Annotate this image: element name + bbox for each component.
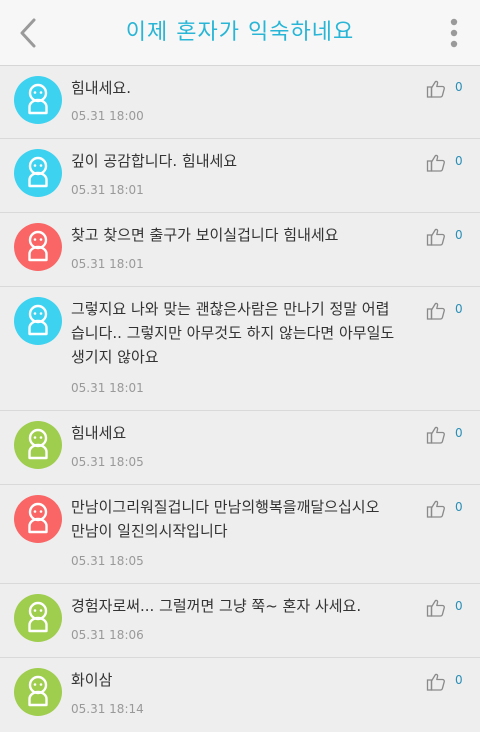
page-title: 이제 혼자가 익숙하네요 [125, 20, 355, 45]
avatar [14, 495, 62, 543]
comment-timestamp: 05.31 18:01 [71, 183, 144, 197]
like-count[interactable]: 0 [455, 154, 463, 168]
comment-item: 화이삼 05.31 18:14 0 [0, 658, 480, 732]
comment-item: 힘내세요. 05.31 18:00 0 [0, 66, 480, 139]
avatar [14, 594, 62, 642]
comment-text: 힘내세요. [71, 79, 131, 97]
comment-timestamp: 05.31 18:05 [71, 554, 144, 568]
comment-item: 그렇지요 나와 맞는 괜찮은사람은 만나기 정말 어렵습니다.. 그렇지만 아무… [0, 287, 480, 411]
like-count[interactable]: 0 [455, 302, 463, 316]
avatar [14, 668, 62, 716]
thumbs-up-icon[interactable] [426, 153, 446, 173]
thumbs-up-icon[interactable] [426, 672, 446, 692]
thumbs-up-icon[interactable] [426, 301, 446, 321]
avatar [14, 421, 62, 469]
comment-timestamp: 05.31 18:01 [71, 257, 144, 271]
comment-timestamp: 05.31 18:14 [71, 702, 144, 716]
more-options-icon[interactable] [446, 17, 462, 49]
comment-text: 만남이그리워질겁니다 만남의행복을깨달으십시오 만남이 일진의시작입니다 [71, 498, 380, 540]
avatar [14, 223, 62, 271]
avatar [14, 149, 62, 197]
like-count[interactable]: 0 [455, 426, 463, 440]
comment-timestamp: 05.31 18:01 [71, 381, 144, 395]
thumbs-up-icon[interactable] [426, 227, 446, 247]
comment-item: 깊이 공감합니다. 힘내세요 05.31 18:01 0 [0, 139, 480, 213]
thumbs-up-icon[interactable] [426, 598, 446, 618]
comment-text: 힘내세요 [71, 424, 127, 442]
avatar [14, 76, 62, 124]
comment-timestamp: 05.31 18:05 [71, 455, 144, 469]
comment-timestamp: 05.31 18:00 [71, 109, 144, 123]
comment-item: 찾고 찾으면 출구가 보이실겁니다 힘내세요 05.31 18:01 0 [0, 213, 480, 287]
comment-text: 경험자로써... 그럴꺼면 그냥 쭉~ 혼자 사세요. [71, 597, 362, 615]
like-count[interactable]: 0 [455, 228, 463, 242]
like-count[interactable]: 0 [455, 673, 463, 687]
comment-item: 경험자로써... 그럴꺼면 그냥 쭉~ 혼자 사세요. 05.31 18:06 … [0, 584, 480, 658]
like-count[interactable]: 0 [455, 80, 463, 94]
comment-text: 찾고 찾으면 출구가 보이실겁니다 힘내세요 [71, 226, 339, 244]
comment-item: 만남이그리워질겁니다 만남의행복을깨달으십시오 만남이 일진의시작입니다 05.… [0, 485, 480, 584]
app-header: 이제 혼자가 익숙하네요 [0, 0, 480, 66]
comment-text: 화이삼 [71, 671, 113, 689]
comment-text: 깊이 공감합니다. 힘내세요 [71, 152, 238, 170]
comment-timestamp: 05.31 18:06 [71, 628, 144, 642]
thumbs-up-icon[interactable] [426, 499, 446, 519]
thumbs-up-icon[interactable] [426, 79, 446, 99]
like-count[interactable]: 0 [455, 599, 463, 613]
comment-list: 힘내세요. 05.31 18:00 0 깊이 공감합니다. 힘내세요 05.31… [0, 66, 480, 732]
like-count[interactable]: 0 [455, 500, 463, 514]
avatar [14, 297, 62, 345]
thumbs-up-icon[interactable] [426, 425, 446, 445]
comment-item: 힘내세요 05.31 18:05 0 [0, 411, 480, 485]
comment-text: 그렇지요 나와 맞는 괜찮은사람은 만나기 정말 어렵습니다.. 그렇지만 아무… [71, 300, 395, 366]
